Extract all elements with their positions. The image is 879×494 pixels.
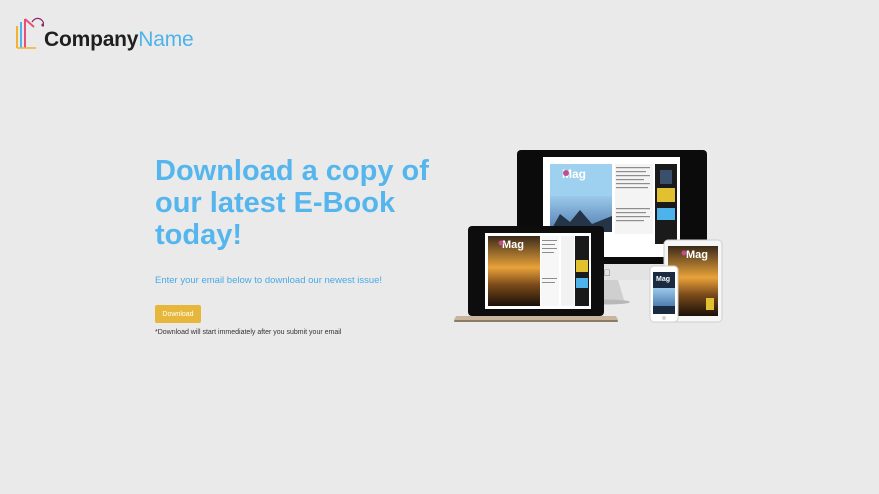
phone: Mag — [649, 265, 679, 323]
download-button[interactable]: Download — [155, 305, 201, 323]
logo-name: Name — [138, 28, 194, 51]
download-note: *Download will start immediately after y… — [155, 329, 342, 336]
svg-text:Mag: Mag — [656, 276, 670, 283]
logo-text: CompanyName — [44, 29, 194, 52]
logo-company: Company — [44, 28, 139, 51]
book-logo-icon — [14, 12, 45, 52]
laptop: Mag — [454, 226, 618, 322]
hero-subtext: Enter your email below to download our n… — [155, 275, 383, 286]
company-logo[interactable]: CompanyName — [14, 12, 194, 52]
svg-text:Mag: Mag — [686, 249, 708, 261]
devices-mockup-image: Mag  Mag — [452, 148, 724, 326]
svg-text:Mag: Mag — [502, 239, 524, 251]
page-headline: Download a copy of our latest E-Book tod… — [155, 155, 429, 251]
apple-icon:  — [604, 268, 611, 278]
